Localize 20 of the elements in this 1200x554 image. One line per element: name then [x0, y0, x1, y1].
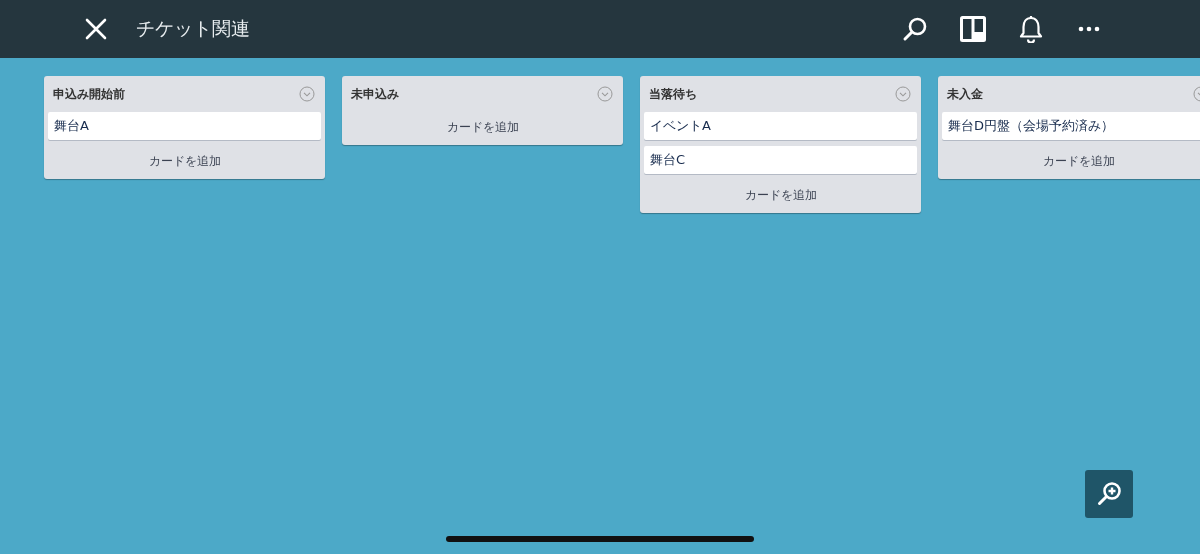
- card[interactable]: 舞台C: [644, 146, 917, 174]
- add-card-button[interactable]: カードを追加: [736, 180, 825, 211]
- list-title: 申込み開始前: [53, 85, 125, 103]
- card[interactable]: イベントA: [644, 112, 917, 140]
- zoom-in-button[interactable]: [1085, 470, 1133, 518]
- list-title: 当落待ち: [649, 85, 697, 103]
- board-icon[interactable]: [959, 15, 987, 43]
- close-icon[interactable]: [84, 17, 108, 41]
- card[interactable]: 舞台A: [48, 112, 321, 140]
- add-card-button[interactable]: カードを追加: [438, 112, 527, 143]
- list-title: 未申込み: [351, 85, 399, 103]
- search-icon[interactable]: [902, 16, 928, 42]
- list-title: 未入金: [947, 85, 983, 103]
- add-card-button[interactable]: カードを追加: [1034, 146, 1123, 177]
- zoom-in-icon: [1096, 481, 1122, 507]
- bell-icon[interactable]: [1018, 15, 1044, 43]
- add-card-button[interactable]: カードを追加: [140, 146, 229, 177]
- card[interactable]: 舞台D円盤（会場予約済み）: [942, 112, 1200, 140]
- board-title: チケット関連: [136, 16, 251, 41]
- more-icon[interactable]: [1078, 26, 1100, 32]
